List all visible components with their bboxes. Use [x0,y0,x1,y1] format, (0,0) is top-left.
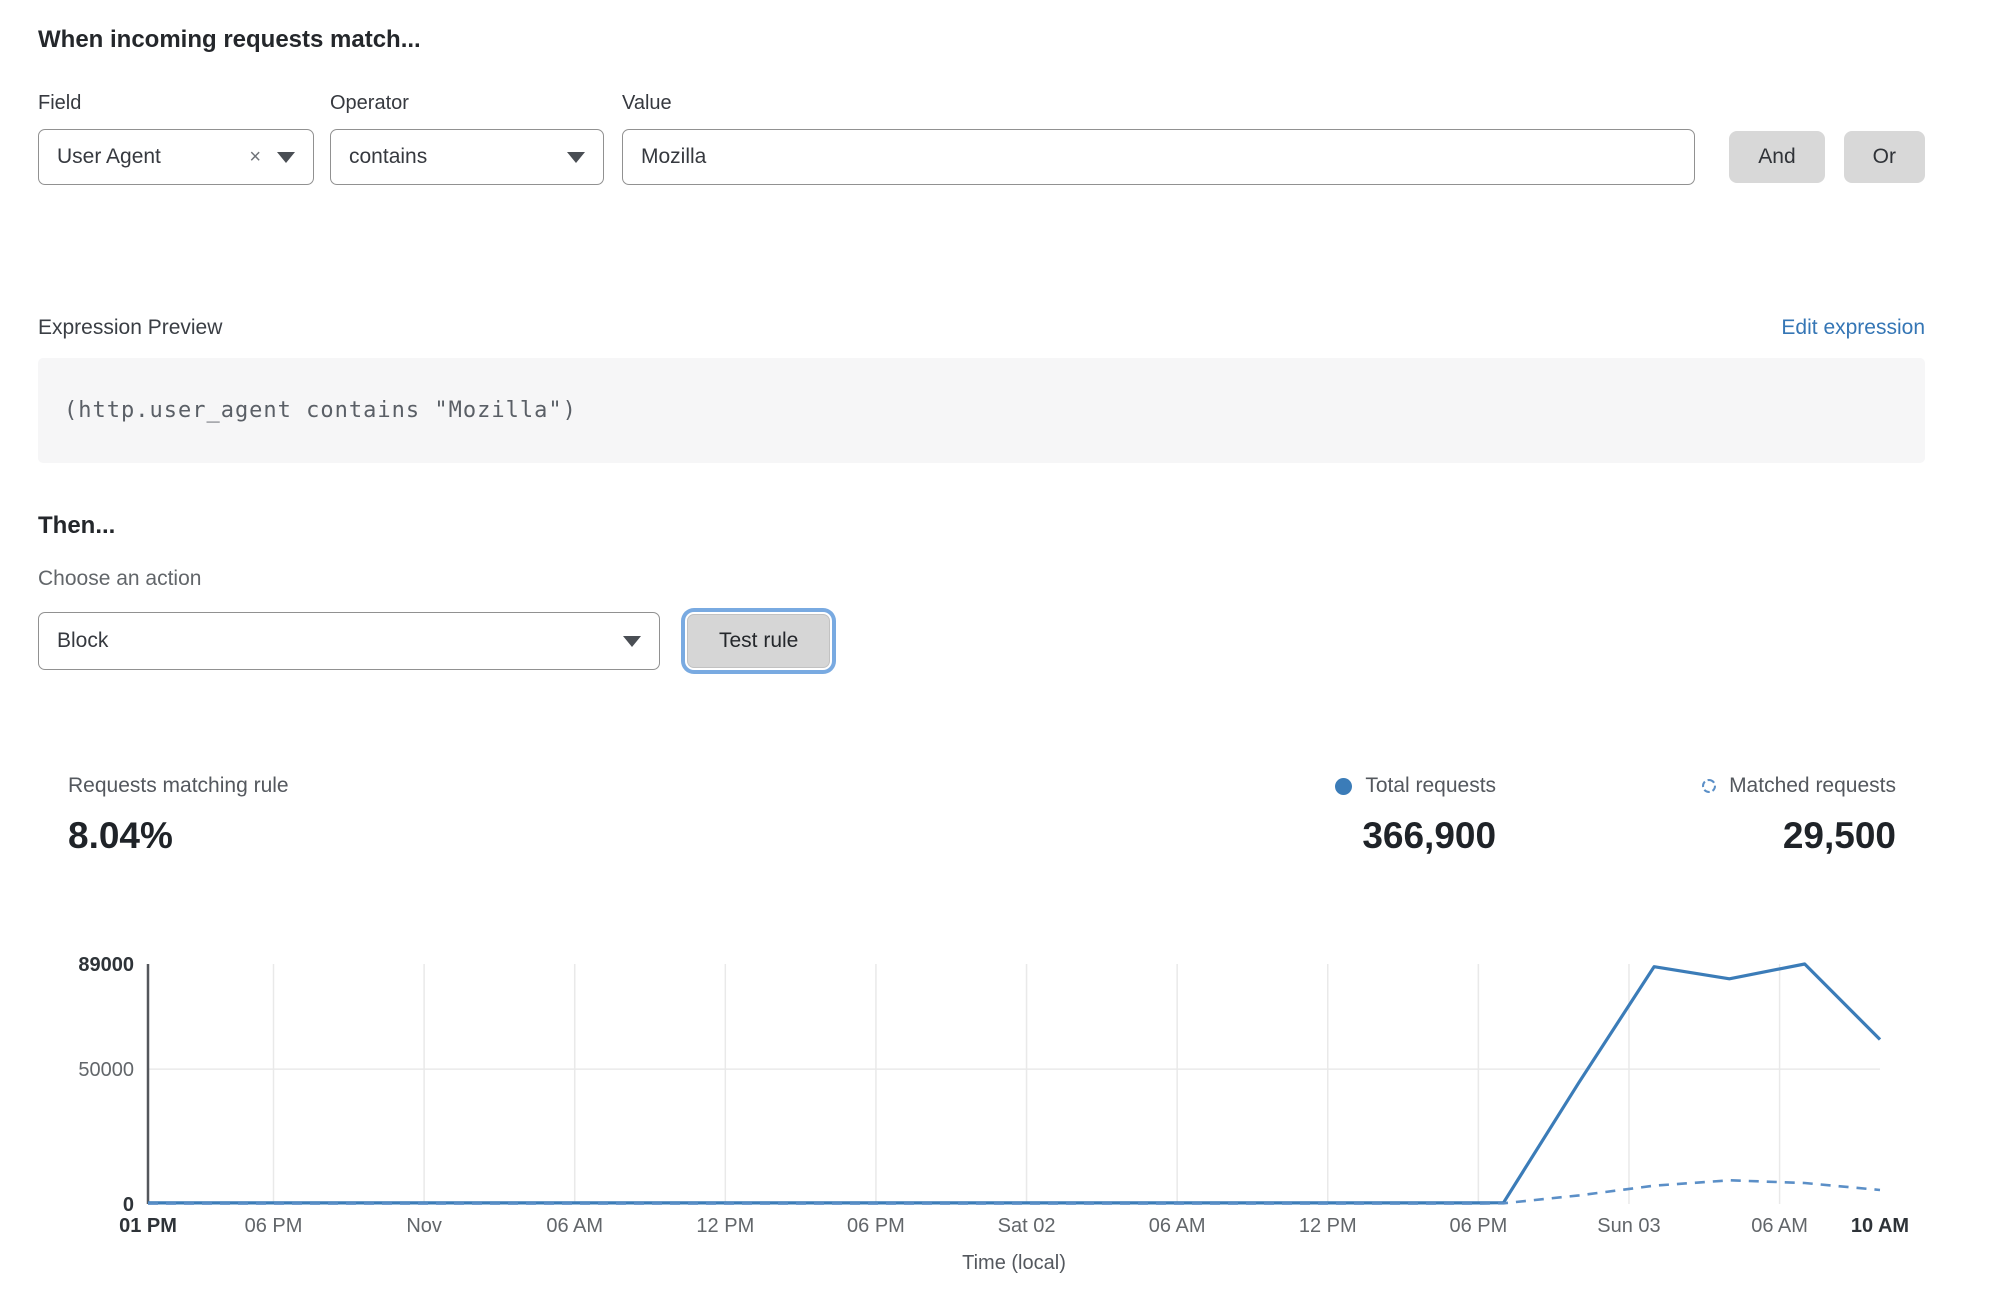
total-requests-value: 366,900 [1335,815,1496,857]
stat-requests-matching: Requests matching rule 8.04% [68,773,289,857]
stat-total-requests: Total requests 366,900 [1335,773,1496,857]
field-label: Field [38,92,314,115]
clear-icon[interactable]: × [249,146,261,169]
chevron-down-icon [277,152,295,163]
svg-text:Time (local): Time (local) [962,1252,1066,1274]
svg-text:Sun 03: Sun 03 [1597,1215,1660,1237]
field-group-field: Field User Agent × [38,92,314,185]
svg-text:06 AM: 06 AM [546,1215,603,1237]
matched-requests-label: Matched requests [1729,773,1896,799]
and-button[interactable]: And [1729,131,1824,183]
requests-chart-svg: 0 50000 89000 01 PM 06 PM Nov 06 AM 12 PM 06 PM S… [38,954,1925,1284]
svg-text:06 AM: 06 AM [1149,1215,1206,1237]
svg-text:06 PM: 06 PM [245,1215,303,1237]
when-match-title: When incoming requests match... [38,25,1925,55]
value-input[interactable] [622,129,1695,185]
stat-matched-requests: Matched requests 29,500 [1702,773,1896,857]
svg-text:50000: 50000 [78,1059,134,1081]
test-rule-button[interactable]: Test rule [687,614,830,668]
expression-code: (http.user_agent contains "Mozilla") [38,358,1925,463]
matched-requests-legend-icon [1702,779,1716,793]
legend-stats: Total requests 366,900 Matched requests … [1335,773,1925,857]
field-select-value: User Agent [57,145,249,169]
operator-select[interactable]: contains [330,129,604,185]
requests-matching-value: 8.04% [68,815,289,857]
chevron-down-icon [567,152,585,163]
expression-header: Expression Preview Edit expression [38,315,1925,340]
action-select-value: Block [57,629,623,653]
then-title: Then... [38,511,1925,541]
svg-text:01 PM: 01 PM [119,1215,177,1237]
field-group-value: Value [622,92,1695,185]
svg-text:06 PM: 06 PM [1449,1215,1507,1237]
stats-row: Requests matching rule 8.04% Total reque… [38,773,1925,857]
chevron-down-icon [623,636,641,647]
svg-text:06 PM: 06 PM [847,1215,905,1237]
expression-preview-label: Expression Preview [38,315,222,340]
criteria-row: Field User Agent × Operator contains Val… [38,92,1925,185]
svg-text:12 PM: 12 PM [696,1215,754,1237]
svg-text:0: 0 [123,1194,134,1216]
matched-requests-value: 29,500 [1702,815,1896,857]
operator-label: Operator [330,92,604,115]
svg-text:Nov: Nov [406,1215,442,1237]
action-select[interactable]: Block [38,612,660,670]
operator-select-value: contains [349,145,567,169]
choose-action-label: Choose an action [38,567,1925,590]
svg-text:10 AM: 10 AM [1851,1215,1909,1237]
value-label: Value [622,92,1695,115]
total-requests-label: Total requests [1365,773,1496,799]
svg-text:12 PM: 12 PM [1299,1215,1357,1237]
field-select[interactable]: User Agent × [38,129,314,185]
svg-text:06 AM: 06 AM [1751,1215,1808,1237]
requests-chart: 0 50000 89000 01 PM 06 PM Nov 06 AM 12 PM 06 PM S… [38,954,1925,1289]
total-requests-legend-icon [1335,778,1352,795]
svg-text:Sat 02: Sat 02 [998,1215,1056,1237]
field-group-operator: Operator contains [330,92,604,185]
action-row: Block Test rule [38,612,1925,670]
svg-text:89000: 89000 [78,954,134,976]
or-button[interactable]: Or [1844,131,1925,183]
requests-matching-label: Requests matching rule [68,773,289,799]
edit-expression-link[interactable]: Edit expression [1781,316,1925,340]
firewall-rule-builder: When incoming requests match... Field Us… [0,0,1925,1289]
